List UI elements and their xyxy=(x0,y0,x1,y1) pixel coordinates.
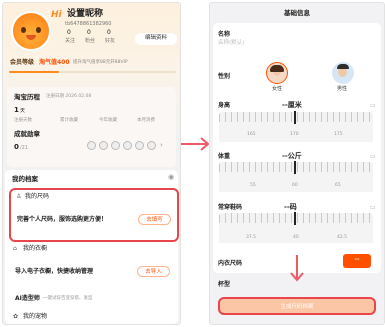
submit-button[interactable]: 生成尺码档案 xyxy=(218,297,376,315)
arrow-down-icon xyxy=(290,255,304,282)
name-input[interactable]: 名称(默认) xyxy=(218,40,244,47)
hanger-icon: ⌂ xyxy=(13,245,17,252)
size-form-screen: 基础信息 名称 名称(默认) 性别 女性 男性 身高 --厘米 ▭ 165 17… xyxy=(209,2,385,325)
size-section[interactable]: ♙ 我的尺码 完善个人尺码，服饰选购更方便！ 去填写 xyxy=(9,188,179,242)
arrow-right-icon xyxy=(181,137,210,151)
avatar[interactable] xyxy=(11,11,51,51)
badge-icons[interactable]: › xyxy=(87,141,169,151)
paw-icon: ✿ xyxy=(13,313,19,320)
ruler-icon[interactable]: ▭ xyxy=(370,205,376,211)
weight-value: --公斤 xyxy=(282,152,302,160)
stats: 0 关注 0 粉丝 0 好友 xyxy=(65,29,116,44)
edit-profile-button[interactable]: 编辑资料 xyxy=(135,33,177,45)
member-value: 淘气值400 xyxy=(39,59,70,66)
size-fill-button[interactable]: 去填写 xyxy=(138,214,171,225)
female-option[interactable] xyxy=(266,62,288,84)
ruler-icon[interactable]: ▭ xyxy=(370,154,376,160)
member-bar[interactable]: 会员等级 淘气值400 提升淘气值享88元开88VIP xyxy=(9,58,176,69)
page-title: 基础信息 xyxy=(284,9,310,17)
height-ruler[interactable] xyxy=(219,112,373,142)
underwear-select[interactable]: -- xyxy=(343,254,371,268)
ruler-icon[interactable]: ▭ xyxy=(370,103,376,109)
height-value: --厘米 xyxy=(282,101,302,109)
eye-icon[interactable]: ◉ xyxy=(168,174,174,181)
hi-badge: Hi xyxy=(51,10,62,20)
history-card: 淘宝历程 注册日期 2026.02.08 1 天 注册天数 累计收藏 今年收藏 … xyxy=(7,87,176,167)
user-id: tb6478861382960 xyxy=(65,21,112,27)
user-icon: ♙ xyxy=(16,193,22,200)
wardrobe-import-button[interactable]: 去导入 xyxy=(137,266,170,277)
nickname[interactable]: 设置昵称 xyxy=(67,10,103,19)
member-progress xyxy=(9,71,176,73)
chevron-right-icon[interactable]: › xyxy=(160,142,163,149)
male-option[interactable] xyxy=(332,62,354,84)
profile-screen: Hi 设置昵称 tb6478861382960 0 关注 0 粉丝 0 好友 编… xyxy=(2,2,181,325)
shoe-value: --码 xyxy=(284,203,297,211)
